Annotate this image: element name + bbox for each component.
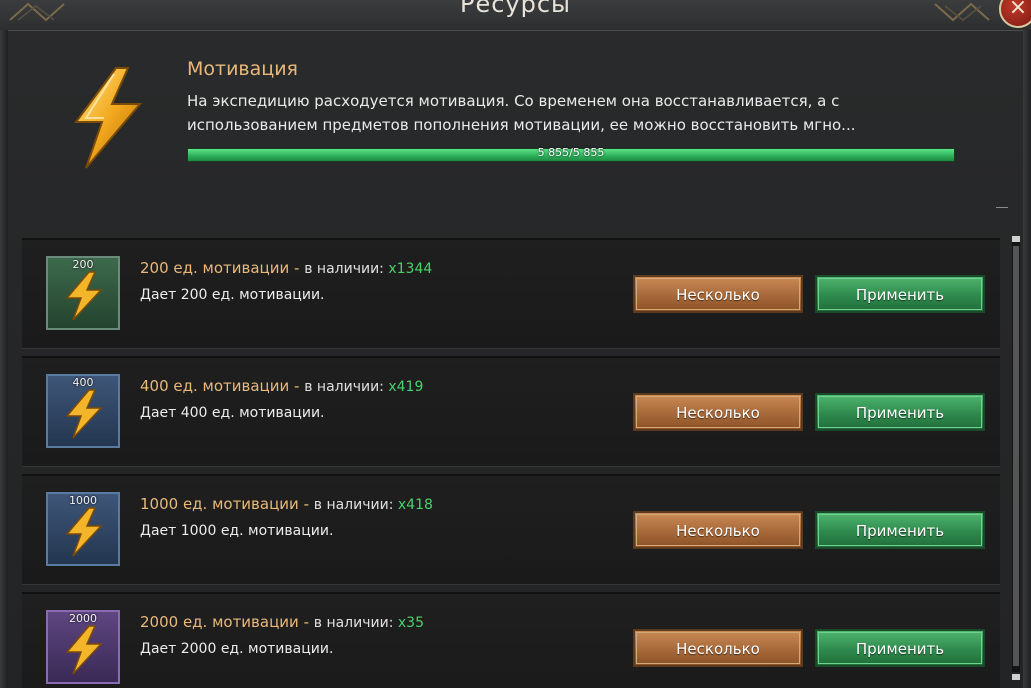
item-separator: - (289, 377, 305, 395)
divider-mark (996, 207, 1008, 208)
list-scrollbar[interactable] (1012, 236, 1020, 680)
lightning-icon (65, 271, 103, 321)
resource-description: На экспедицию расходуется мотивация. Со … (187, 92, 856, 134)
scroll-thumb[interactable] (1013, 246, 1019, 666)
item-separator: - (298, 613, 314, 631)
use-multiple-button[interactable]: Несколько (633, 275, 803, 313)
progress-text: 5 855/5 855 (537, 146, 605, 159)
item-name: 200 ед. мотивации (140, 259, 290, 277)
list-item: 200 200 ед. мотивации - в наличии: x1344… (22, 238, 1000, 348)
close-button[interactable]: × (999, 0, 1031, 28)
apply-button[interactable]: Применить (815, 511, 985, 549)
item-title: 2000 ед. мотивации - в наличии: x35 (140, 613, 424, 631)
lightning-icon (65, 625, 103, 675)
apply-button[interactable]: Применить (815, 629, 985, 667)
apply-button[interactable]: Применить (815, 275, 985, 313)
motivation-progress-bar: 5 855/5 855 (187, 146, 955, 162)
item-count: x419 (388, 379, 424, 395)
item-name: 1000 ед. мотивации (140, 495, 299, 513)
item-icon-frame[interactable]: 400 (46, 374, 120, 448)
item-description: Дает 200 ед. мотивации. (140, 287, 325, 303)
scroll-up-arrow-icon[interactable] (1012, 236, 1020, 242)
list-item: 2000 2000 ед. мотивации - в наличии: x35… (22, 592, 1000, 688)
item-icon-frame[interactable]: 200 (46, 256, 120, 330)
availability-label: в наличии: (313, 497, 398, 513)
apply-button[interactable]: Применить (815, 393, 985, 431)
lightning-icon (65, 507, 103, 557)
item-list: 200 200 ед. мотивации - в наличии: x1344… (22, 238, 1002, 688)
item-name: 400 ед. мотивации (140, 377, 290, 395)
window-title: Ресурсы (459, 0, 571, 18)
item-separator: - (298, 495, 314, 513)
availability-label: в наличии: (304, 379, 389, 395)
resource-title: Мотивация (187, 58, 298, 80)
frame-right (1023, 30, 1031, 688)
availability-label: в наличии: (304, 261, 389, 277)
item-icon-frame[interactable]: 2000 (46, 610, 120, 684)
item-description: Дает 400 ед. мотивации. (140, 405, 325, 421)
item-count: x35 (397, 615, 424, 631)
use-multiple-button[interactable]: Несколько (633, 393, 803, 431)
item-separator: - (289, 259, 305, 277)
item-count: x418 (397, 497, 433, 513)
item-description: Дает 2000 ед. мотивации. (140, 641, 334, 657)
use-multiple-button[interactable]: Несколько (633, 511, 803, 549)
item-count: x1344 (388, 261, 433, 277)
list-item: 1000 1000 ед. мотивации - в наличии: x41… (22, 474, 1000, 584)
lightning-icon (65, 389, 103, 439)
ornament-right-icon (934, 2, 990, 22)
title-bar: Ресурсы × (0, 0, 1031, 31)
availability-label: в наличии: (313, 615, 398, 631)
item-name: 2000 ед. мотивации (140, 613, 299, 631)
item-title: 200 ед. мотивации - в наличии: x1344 (140, 259, 432, 277)
item-description: Дает 1000 ед. мотивации. (140, 523, 334, 539)
list-item: 400 400 ед. мотивации - в наличии: x419 … (22, 356, 1000, 466)
frame-left (0, 30, 8, 688)
lightning-icon (74, 67, 143, 169)
resources-window: Ресурсы × Мотивация На экспедицию расход… (0, 0, 1031, 688)
item-icon-frame[interactable]: 1000 (46, 492, 120, 566)
use-multiple-button[interactable]: Несколько (633, 629, 803, 667)
item-title: 1000 ед. мотивации - в наличии: x418 (140, 495, 433, 513)
scroll-down-arrow-icon[interactable] (1012, 674, 1020, 680)
close-icon: × (1008, 0, 1028, 20)
item-title: 400 ед. мотивации - в наличии: x419 (140, 377, 423, 395)
